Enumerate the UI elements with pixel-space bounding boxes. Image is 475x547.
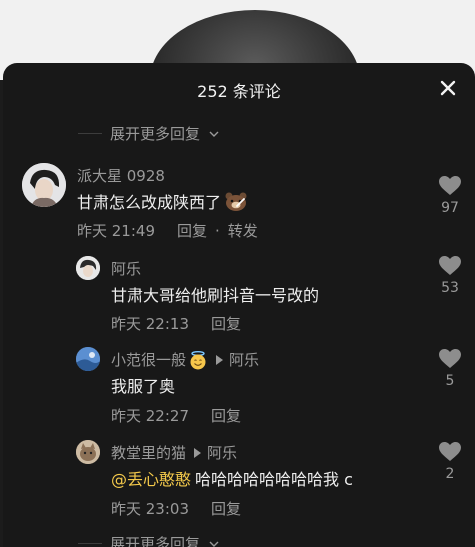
like-count: 5 — [445, 373, 455, 389]
heart-icon — [439, 442, 461, 461]
divider-line — [78, 543, 102, 544]
close-icon — [440, 80, 456, 96]
reply-to-username[interactable]: 阿乐 — [229, 349, 259, 370]
meta-separator: · — [215, 221, 220, 240]
comment-count-title: 252 条评论 — [197, 82, 281, 101]
comment-username-row: 教堂里的猫 阿乐 — [111, 442, 237, 463]
like-button[interactable]: 53 — [435, 255, 465, 296]
close-button[interactable] — [437, 77, 459, 99]
avatar[interactable] — [22, 163, 66, 207]
expand-label: 展开更多回复 — [110, 535, 201, 547]
like-button[interactable]: 97 — [435, 175, 465, 216]
chevron-down-icon — [209, 131, 219, 137]
comment-time: 昨天 22:13 — [111, 315, 189, 333]
like-count: 2 — [445, 466, 455, 482]
comment-time: 昨天 21:49 — [77, 222, 155, 240]
comment-text: 哈哈哈哈哈哈哈哈我 c — [195, 470, 353, 489]
like-button[interactable]: 5 — [435, 348, 465, 389]
comment-text: 甘肃大哥给他刷抖音一号改的 — [111, 286, 320, 305]
expand-label: 展开更多回复 — [110, 125, 201, 143]
comment-username[interactable]: 教堂里的猫 — [111, 442, 186, 463]
heart-icon — [439, 176, 461, 195]
like-button[interactable]: 2 — [435, 441, 465, 482]
avatar-image — [76, 256, 100, 280]
comment-username[interactable]: 阿乐 — [111, 258, 141, 279]
reply-arrow-icon — [216, 354, 224, 365]
comment-text: 我服了奥 — [111, 377, 176, 396]
heart-icon — [439, 349, 461, 368]
reply-to-username[interactable]: 阿乐 — [207, 442, 237, 463]
comment-time: 昨天 23:03 — [111, 500, 189, 518]
comment-text: 甘肃怎么改成陕西了 — [77, 193, 222, 212]
avatar[interactable] — [76, 347, 100, 371]
comment-username[interactable]: 派大星 0928 — [77, 165, 165, 186]
avatar-image — [22, 163, 66, 207]
reply-arrow-icon — [194, 447, 202, 458]
comment-username[interactable]: 小范很一般 — [111, 349, 186, 370]
reply-button[interactable]: 回复 — [211, 405, 241, 426]
reply-button[interactable]: 回复 — [211, 313, 241, 334]
avatar[interactable] — [76, 440, 100, 464]
comment-meta: 昨天 22:27 回复 — [111, 405, 241, 426]
avatar-image — [76, 440, 100, 464]
comment-text-row: 甘肃怎么改成陕西了 — [77, 189, 248, 213]
like-count: 97 — [441, 200, 459, 216]
comment-text-row: @丢心憨憨 哈哈哈哈哈哈哈哈我 c — [111, 466, 353, 490]
bear-emoji-icon — [225, 192, 247, 211]
expand-more-replies-top[interactable]: 展开更多回复 — [78, 123, 220, 144]
forward-button[interactable]: 转发 — [228, 220, 258, 241]
comment-meta: 昨天 22:13 回复 — [111, 313, 241, 334]
like-count: 53 — [441, 280, 459, 296]
halo-smile-emoji-icon — [190, 350, 206, 369]
comments-sheet: 252 条评论 展开更多回复 派大星 0928 甘肃怎么改成陕西了 昨天 21:… — [3, 63, 475, 547]
comment-meta: 昨天 21:49 回复 · 转发 — [77, 220, 258, 241]
reply-button[interactable]: 回复 — [211, 498, 241, 519]
chevron-down-icon — [209, 541, 219, 547]
sheet-header: 252 条评论 — [3, 63, 475, 113]
reply-button[interactable]: 回复 — [177, 220, 207, 241]
avatar[interactable] — [76, 256, 100, 280]
comment-time: 昨天 22:27 — [111, 407, 189, 425]
avatar-image — [76, 347, 100, 371]
mention-link[interactable]: @丢心憨憨 — [111, 466, 191, 490]
heart-icon — [439, 256, 461, 275]
comment-username-row: 小范很一般 阿乐 — [111, 349, 259, 370]
comment-meta: 昨天 23:03 回复 — [111, 498, 241, 519]
divider-line — [78, 133, 102, 134]
expand-more-replies-bottom[interactable]: 展开更多回复 — [78, 533, 220, 547]
